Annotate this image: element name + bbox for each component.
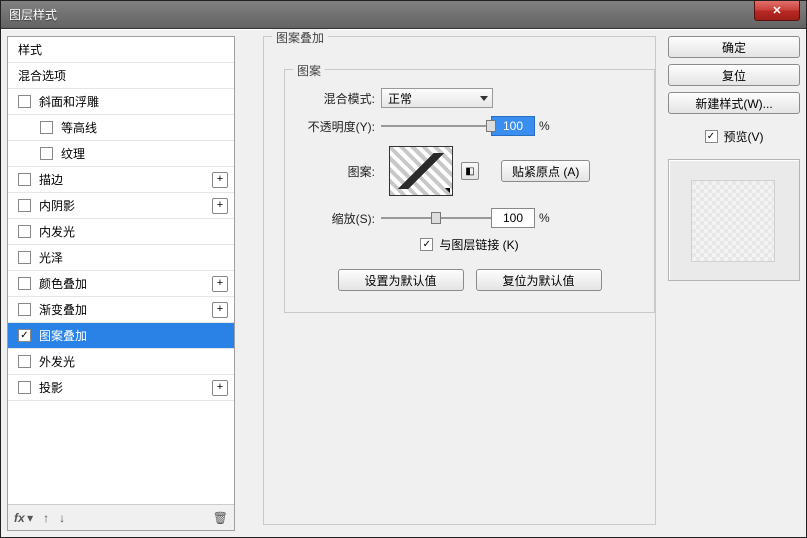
- slider-thumb[interactable]: [486, 120, 496, 132]
- opacity-slider[interactable]: [381, 117, 491, 135]
- sidebar-header-blend[interactable]: 混合选项: [8, 63, 234, 89]
- sidebar-item-label: 内阴影: [39, 197, 75, 214]
- sidebar-header-label: 样式: [18, 41, 42, 58]
- opacity-unit: %: [539, 119, 550, 133]
- sidebar-item[interactable]: 外发光: [8, 349, 234, 375]
- blend-mode-label: 混合模式:: [295, 90, 381, 107]
- chevron-down-icon: [480, 96, 488, 101]
- group-title: 图案: [293, 62, 325, 79]
- sidebar-item[interactable]: 描边 +: [8, 167, 234, 193]
- scale-slider[interactable]: [381, 209, 491, 227]
- preview-checkbox[interactable]: [705, 130, 718, 143]
- reset-default-button[interactable]: 复位为默认值: [476, 269, 602, 291]
- effect-checkbox[interactable]: [18, 251, 31, 264]
- titlebar[interactable]: 图层样式 ✕: [1, 1, 806, 29]
- close-button[interactable]: ✕: [754, 1, 800, 21]
- sidebar-header-label: 混合选项: [18, 67, 66, 84]
- sidebar-item-label: 图案叠加: [39, 327, 87, 344]
- sidebar-item[interactable]: 图案叠加: [8, 323, 234, 349]
- sidebar-item[interactable]: 渐变叠加 +: [8, 297, 234, 323]
- sidebar-item[interactable]: 斜面和浮雕: [8, 89, 234, 115]
- client-area: 样式 混合选项 斜面和浮雕等高线纹理描边 + 内阴影 + 内发光光泽颜色叠加 + 渐变叠加 +…: [1, 29, 806, 537]
- move-up-icon[interactable]: ↑: [43, 511, 49, 525]
- snap-origin-button[interactable]: 贴紧原点 (A): [501, 160, 590, 182]
- preview-label: 预览(V): [724, 128, 764, 145]
- sidebar-item-label: 渐变叠加: [39, 301, 87, 318]
- sidebar-item[interactable]: 纹理: [8, 141, 234, 167]
- sidebar-item-label: 内发光: [39, 223, 75, 240]
- close-icon: ✕: [772, 4, 781, 17]
- effect-checkbox[interactable]: [18, 225, 31, 238]
- opacity-input[interactable]: [491, 116, 535, 136]
- fx-menu-icon[interactable]: fx ▾: [14, 511, 33, 525]
- styles-sidebar: 样式 混合选项 斜面和浮雕等高线纹理描边 + 内阴影 + 内发光光泽颜色叠加 + 渐变叠加 +…: [7, 36, 235, 531]
- sidebar-item-label: 描边: [39, 171, 63, 188]
- effect-checkbox[interactable]: [18, 355, 31, 368]
- group-pattern-overlay: 图案叠加 图案 混合模式: 正常 不透明度(Y):: [263, 36, 656, 525]
- sidebar-item-label: 颜色叠加: [39, 275, 87, 292]
- preview-swatch: [691, 180, 775, 262]
- settings-panel: 图案叠加 图案 混合模式: 正常 不透明度(Y):: [241, 36, 662, 531]
- sidebar-item[interactable]: 投影 +: [8, 375, 234, 401]
- effect-checkbox[interactable]: [18, 303, 31, 316]
- sidebar-item[interactable]: 内发光: [8, 219, 234, 245]
- link-layer-label: 与图层链接 (K): [439, 236, 518, 253]
- add-instance-icon[interactable]: +: [212, 172, 228, 188]
- reset-button[interactable]: 复位: [668, 64, 800, 86]
- sidebar-header-styles[interactable]: 样式: [8, 37, 234, 63]
- sidebar-item-label: 纹理: [61, 145, 85, 162]
- add-instance-icon[interactable]: +: [212, 302, 228, 318]
- add-instance-icon[interactable]: +: [212, 276, 228, 292]
- sidebar-item[interactable]: 颜色叠加 +: [8, 271, 234, 297]
- preview-box: [668, 159, 800, 281]
- effect-checkbox[interactable]: [18, 277, 31, 290]
- sidebar-item-label: 等高线: [61, 119, 97, 136]
- sidebar-item-label: 外发光: [39, 353, 75, 370]
- styles-list: 样式 混合选项 斜面和浮雕等高线纹理描边 + 内阴影 + 内发光光泽颜色叠加 + 渐变叠加 +…: [8, 37, 234, 504]
- add-instance-icon[interactable]: +: [212, 198, 228, 214]
- move-down-icon[interactable]: ↓: [59, 511, 65, 525]
- sidebar-item[interactable]: 等高线: [8, 115, 234, 141]
- link-layer-checkbox[interactable]: [420, 238, 433, 251]
- scale-unit: %: [539, 211, 550, 225]
- effect-checkbox[interactable]: [18, 173, 31, 186]
- sidebar-item[interactable]: 光泽: [8, 245, 234, 271]
- opacity-label: 不透明度(Y):: [295, 118, 381, 135]
- effect-checkbox[interactable]: [18, 381, 31, 394]
- sidebar-item-label: 光泽: [39, 249, 63, 266]
- slider-thumb[interactable]: [431, 212, 441, 224]
- effect-checkbox[interactable]: [18, 95, 31, 108]
- sidebar-item-label: 斜面和浮雕: [39, 93, 99, 110]
- effect-checkbox[interactable]: [18, 329, 31, 342]
- scale-input[interactable]: [491, 208, 535, 228]
- effect-checkbox[interactable]: [18, 199, 31, 212]
- group-pattern: 图案 混合模式: 正常 不透明度(Y):: [284, 69, 655, 313]
- set-default-button[interactable]: 设置为默认值: [338, 269, 464, 291]
- new-style-button[interactable]: 新建样式(W)...: [668, 92, 800, 114]
- window-title: 图层样式: [9, 6, 57, 23]
- ok-button[interactable]: 确定: [668, 36, 800, 58]
- sidebar-item-label: 投影: [39, 379, 63, 396]
- trash-icon[interactable]: 🗑: [213, 511, 228, 525]
- sidebar-footer: fx ▾ ↑ ↓ 🗑: [8, 504, 234, 530]
- add-instance-icon[interactable]: +: [212, 380, 228, 396]
- create-pattern-icon[interactable]: ◧: [461, 162, 479, 180]
- dialog-buttons: 确定 复位 新建样式(W)... 预览(V): [668, 36, 800, 531]
- scale-label: 缩放(S):: [295, 210, 381, 227]
- sidebar-item[interactable]: 内阴影 +: [8, 193, 234, 219]
- blend-mode-value: 正常: [388, 90, 412, 107]
- layout: 样式 混合选项 斜面和浮雕等高线纹理描边 + 内阴影 + 内发光光泽颜色叠加 + 渐变叠加 +…: [7, 36, 800, 531]
- blend-mode-select[interactable]: 正常: [381, 88, 493, 108]
- pattern-preview-icon: [396, 153, 446, 189]
- effect-checkbox[interactable]: [40, 147, 53, 160]
- group-title: 图案叠加: [272, 29, 328, 46]
- pattern-label: 图案:: [295, 163, 381, 180]
- window: 图层样式 ✕ 样式 混合选项 斜面和浮雕等高线纹理描边 + 内阴影 + 内发光光泽颜色叠…: [0, 0, 807, 538]
- pattern-picker[interactable]: [389, 146, 453, 196]
- effect-checkbox[interactable]: [40, 121, 53, 134]
